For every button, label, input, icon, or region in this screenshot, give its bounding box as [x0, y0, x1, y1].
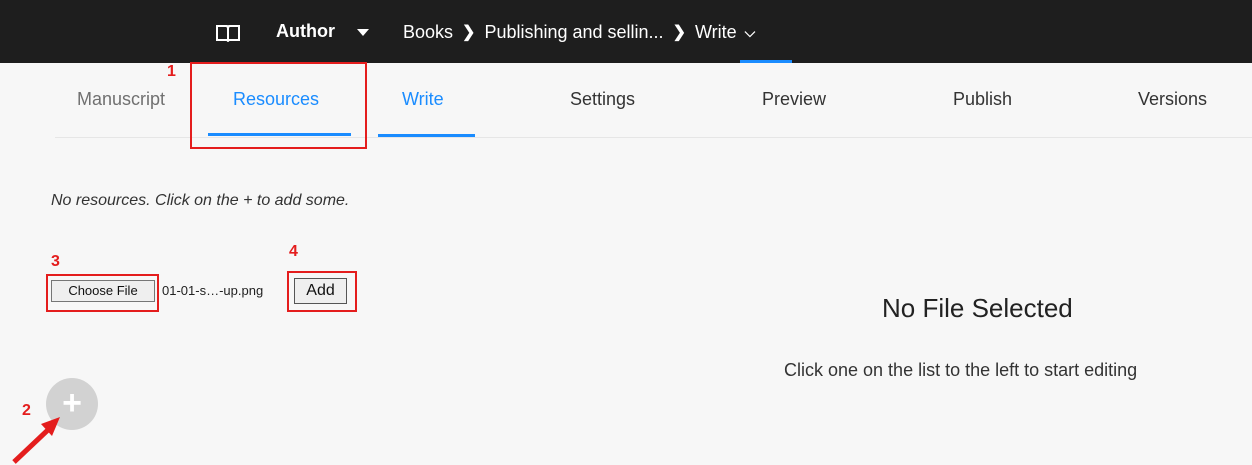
chevron-right-icon: ❯ — [672, 24, 686, 42]
selected-file-name: 01-01-s…-up.png — [162, 283, 264, 298]
annotation-label-4: 4 — [289, 243, 298, 260]
top-bar: Author Books ❯ Publishing and sellin... ❯ Wr… — [0, 0, 1252, 63]
tab-versions[interactable]: Versions — [1138, 89, 1207, 110]
breadcrumb-books[interactable]: Books — [403, 22, 453, 43]
annotation-label-1: 1 — [167, 63, 176, 80]
tab-settings[interactable]: Settings — [570, 89, 635, 110]
tab-preview[interactable]: Preview — [762, 89, 826, 110]
book-icon[interactable] — [216, 24, 240, 42]
breadcrumb-book-title[interactable]: Publishing and sellin... — [484, 22, 663, 43]
annotation-box-3 — [46, 274, 159, 312]
breadcrumb: Books ❯ Publishing and sellin... ❯ Write ⌵ — [403, 21, 755, 43]
annotation-box-1 — [190, 62, 367, 149]
tab-manuscript[interactable]: Manuscript — [77, 89, 165, 110]
breadcrumb-write[interactable]: Write — [695, 22, 737, 43]
chevron-down-icon[interactable]: ⌵ — [745, 24, 756, 41]
tab-write[interactable]: Write — [402, 89, 444, 110]
author-menu[interactable]: Author — [276, 21, 335, 42]
annotation-label-3: 3 — [51, 253, 60, 270]
empty-resources-message: No resources. Click on the + to add some… — [51, 192, 350, 209]
tab-write-underline — [378, 134, 475, 137]
editor-hint: Click one on the list to the left to sta… — [784, 360, 1138, 380]
chevron-right-icon: ❯ — [462, 24, 476, 42]
annotation-label-2: 2 — [22, 402, 31, 419]
annotation-box-4 — [287, 271, 357, 312]
tab-publish[interactable]: Publish — [953, 89, 1012, 110]
caret-down-icon[interactable] — [357, 29, 369, 36]
tab-bar: Manuscript Resources Write Settings Prev… — [0, 63, 1252, 138]
add-resource-button[interactable]: + — [46, 378, 98, 430]
no-file-selected-title: No File Selected — [882, 293, 1073, 323]
